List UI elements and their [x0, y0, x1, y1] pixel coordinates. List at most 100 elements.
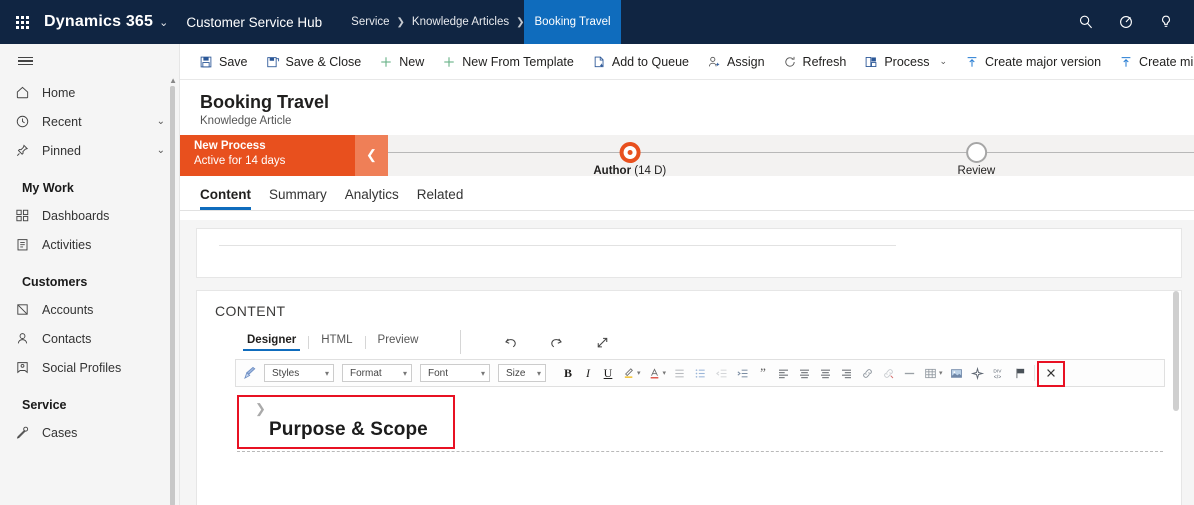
sitemap-toggle-icon[interactable] [0, 44, 179, 78]
flag-icon[interactable] [1010, 362, 1031, 384]
top-field-card [196, 228, 1182, 278]
record-entity-label: Knowledge Article [200, 114, 292, 127]
undo-icon[interactable] [487, 334, 533, 351]
bpf-stage-review[interactable]: Review [957, 141, 996, 177]
sidebar-item-social-profiles[interactable]: Social Profiles [0, 353, 179, 382]
insert-image-icon[interactable] [946, 362, 967, 384]
filter-icon[interactable] [1106, 0, 1146, 44]
section-title-content: CONTENT [215, 303, 286, 319]
business-process-flow: New Process Active for 14 days ❮ Author … [180, 134, 1194, 177]
sidebar-item-label: Accounts [42, 302, 94, 317]
sidebar-item-cases[interactable]: Cases [0, 418, 179, 447]
collapse-toolbar-button[interactable] [1036, 361, 1065, 387]
breadcrumb: Service ❯ Knowledge Articles ❯ Booking T… [344, 0, 621, 44]
format-painter-icon[interactable] [240, 362, 260, 384]
remove-link-icon[interactable] [878, 362, 899, 384]
save-button[interactable]: Save [190, 46, 257, 78]
chevron-down-icon[interactable]: ⌄ [939, 56, 947, 67]
styles-dropdown[interactable]: Styles ▾ [264, 364, 334, 382]
align-right-icon[interactable] [836, 362, 857, 384]
sidebar-item-pinned[interactable]: Pinned ⌄ [0, 136, 179, 165]
breadcrumb-item-knowledge-articles[interactable]: Knowledge Articles [405, 16, 516, 28]
new-button[interactable]: New [370, 46, 433, 78]
assistant-bulb-icon[interactable] [1146, 0, 1186, 44]
sidebar-group-heading-customers: Customers [22, 275, 88, 289]
article-heading-block[interactable]: ❯ Purpose & Scope [235, 393, 1165, 451]
bpf-inactive-stage-icon [965, 141, 987, 163]
insert-table-icon[interactable]: ▾ [920, 362, 946, 384]
bpf-stage-label: Review [957, 164, 996, 177]
save-and-close-button[interactable]: Save & Close [257, 46, 371, 78]
align-center-icon[interactable] [815, 362, 836, 384]
bpf-stage-author[interactable]: Author (14 D) [593, 141, 666, 177]
create-major-version-button[interactable]: Create major version [956, 46, 1110, 78]
sidebar-item-recent[interactable]: Recent ⌄ [0, 107, 179, 136]
sidebar-item-label: Social Profiles [42, 360, 122, 375]
form-body: CONTENT Designer HTML Preview Styles ▾ F… [180, 220, 1194, 505]
expand-icon[interactable] [579, 334, 625, 351]
chevron-down-icon[interactable]: ⌄ [157, 145, 165, 156]
source-div-icon[interactable]: DIV </> [988, 362, 1010, 384]
size-dropdown[interactable]: Size ▾ [498, 364, 546, 382]
chevron-down-icon: ▾ [324, 368, 329, 378]
assign-button[interactable]: Assign [698, 46, 774, 78]
align-justify-icon[interactable] [794, 362, 815, 384]
sidebar-item-home[interactable]: Home [0, 78, 179, 107]
sidebar-item-label: Cases [42, 425, 78, 440]
process-button[interactable]: Process ⌄ [855, 46, 956, 78]
ai-assist-sparkle-icon[interactable] [967, 362, 988, 384]
chevron-down-icon: ▾ [939, 370, 943, 377]
tab-related[interactable]: Related [417, 187, 464, 210]
font-dropdown[interactable]: Font ▾ [420, 364, 490, 382]
breadcrumb-item-service[interactable]: Service [344, 16, 396, 28]
sidebar-item-dashboards[interactable]: Dashboards [0, 201, 179, 230]
font-color-icon[interactable]: ▾ [644, 362, 670, 384]
bulleted-list-icon[interactable] [669, 362, 690, 384]
app-launcher-icon[interactable] [0, 0, 44, 44]
highlight-color-icon[interactable]: ▾ [618, 362, 644, 384]
tab-summary[interactable]: Summary [269, 187, 327, 210]
blockquote-icon[interactable]: ” [753, 362, 773, 384]
command-label: Process [884, 54, 930, 69]
rich-text-editor-canvas[interactable]: ❯ Purpose & Scope [235, 387, 1165, 505]
chevron-down-icon[interactable]: ⌄ [157, 116, 165, 127]
format-dropdown[interactable]: Format ▾ [342, 364, 412, 382]
command-label: Create major version [985, 54, 1102, 69]
create-minor-version-button[interactable]: Create minor v [1110, 46, 1194, 78]
heading-highlight-box [237, 395, 455, 449]
command-label: Assign [727, 54, 765, 69]
form-scrollbar[interactable] [1173, 291, 1179, 411]
svg-text:</>: </> [993, 374, 1000, 380]
search-icon[interactable] [1066, 0, 1106, 44]
add-to-queue-button[interactable]: Add to Queue [583, 46, 698, 78]
refresh-button[interactable]: Refresh [774, 46, 856, 78]
align-left-icon[interactable] [773, 362, 794, 384]
sidebar-item-label: Activities [42, 237, 92, 252]
decrease-indent-icon[interactable] [711, 362, 732, 384]
horizontal-rule-icon[interactable] [899, 362, 920, 384]
italic-button[interactable]: I [578, 362, 598, 384]
editor-tab-preview[interactable]: Preview [366, 334, 431, 351]
bold-button[interactable]: B [558, 362, 578, 384]
tab-analytics[interactable]: Analytics [345, 187, 399, 210]
numbered-list-icon[interactable] [690, 362, 711, 384]
bpf-collapse-chevron-icon[interactable]: ❮ [355, 134, 388, 176]
breadcrumb-item-booking-travel[interactable]: Booking Travel [524, 0, 621, 44]
chevron-down-icon[interactable]: ⌄ [159, 16, 168, 29]
underline-button[interactable]: U [598, 362, 618, 384]
sidebar-group-heading-service: Service [22, 398, 67, 412]
app-name-label[interactable]: Customer Service Hub [186, 15, 322, 30]
editor-tab-html[interactable]: HTML [309, 334, 364, 351]
bpf-current-stage[interactable]: New Process Active for 14 days [180, 134, 355, 176]
insert-link-icon[interactable] [857, 362, 878, 384]
tab-content[interactable]: Content [200, 187, 251, 210]
editor-tab-designer[interactable]: Designer [235, 334, 308, 351]
field-divider [219, 245, 896, 246]
increase-indent-icon[interactable] [732, 362, 753, 384]
redo-icon[interactable] [533, 334, 579, 351]
dropdown-label: Font [428, 367, 449, 379]
sidebar-item-activities[interactable]: Activities [0, 230, 179, 259]
new-from-template-button[interactable]: New From Template [433, 46, 583, 78]
sidebar-item-accounts[interactable]: Accounts [0, 295, 179, 324]
sidebar-item-contacts[interactable]: Contacts [0, 324, 179, 353]
